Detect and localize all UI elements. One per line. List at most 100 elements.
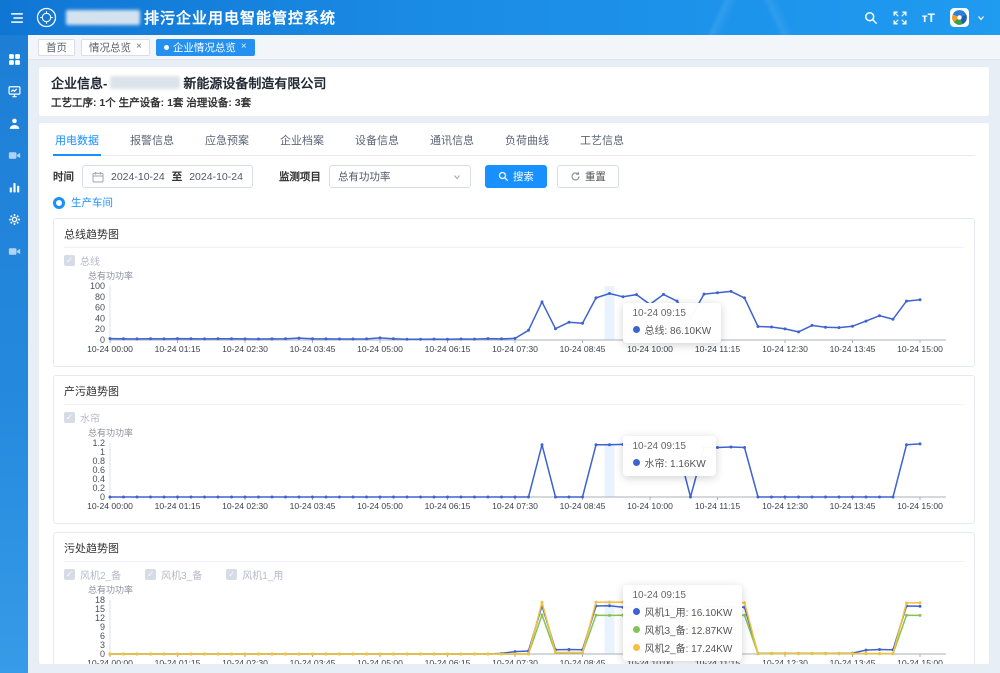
redacted-org-name — [66, 10, 140, 25]
sidebar-item-enterprise-users-icon[interactable] — [6, 115, 22, 131]
section-tab-6[interactable]: 负荷曲线 — [503, 129, 551, 155]
svg-text:10-24 08:45: 10-24 08:45 — [560, 344, 606, 354]
tab-close-icon[interactable]: × — [241, 42, 247, 52]
legend-label: 总线 — [80, 253, 100, 268]
charts-area: 总线趋势图✓总线总有功功率02040608010010-24 00:0010-2… — [53, 218, 975, 665]
svg-text:10-24 01:15: 10-24 01:15 — [155, 344, 201, 354]
sidebar-item-statistics-icon[interactable] — [6, 179, 22, 195]
svg-text:10-24 13:45: 10-24 13:45 — [830, 658, 876, 665]
fullscreen-icon[interactable] — [893, 11, 907, 25]
legend-checkbox-风机1_用[interactable]: ✓风机1_用 — [226, 567, 283, 582]
svg-text:20: 20 — [95, 324, 105, 334]
svg-text:0.6: 0.6 — [92, 465, 105, 475]
section-tab-5[interactable]: 通讯信息 — [428, 129, 476, 155]
svg-text:10-24 07:30: 10-24 07:30 — [492, 344, 538, 354]
enterprise-title-suffix: 新能源设备制造有限公司 — [183, 73, 326, 92]
svg-text:9: 9 — [100, 622, 105, 632]
line-chart-2[interactable]: 036912151810-24 00:0010-24 01:1510-24 02… — [64, 596, 962, 665]
start-date-value[interactable]: 2024-10-24 — [111, 171, 165, 183]
active-tab-dot — [164, 45, 169, 50]
legend-checkbox-风机3_备[interactable]: ✓风机3_备 — [145, 567, 202, 582]
workshop-radio-label[interactable]: 生产车间 — [71, 195, 113, 210]
page-tab-2[interactable]: 企业情况总览 × — [156, 39, 255, 56]
svg-text:18: 18 — [95, 596, 105, 605]
sidebar-item-video-icon[interactable] — [6, 147, 22, 163]
legend-label: 风机2_备 — [80, 567, 121, 582]
page-tab-label: 情况总览 — [89, 40, 131, 55]
svg-text:10-24 11:15: 10-24 11:15 — [695, 501, 740, 511]
svg-text:0.2: 0.2 — [92, 483, 105, 493]
sidebar-item-device-video-icon[interactable] — [6, 243, 22, 259]
legend-label: 风机3_备 — [161, 567, 202, 582]
svg-text:0.8: 0.8 — [92, 456, 105, 466]
filter-bar: 时间 2024-10-24 至 2024-10-24 监测项目 总有功功率 搜索 — [53, 165, 975, 188]
legend-checkbox-总线[interactable]: ✓ 总线 — [64, 253, 100, 268]
end-date-value[interactable]: 2024-10-24 — [189, 171, 243, 183]
page-tab-label: 首页 — [46, 40, 67, 55]
svg-text:10-24 10:00: 10-24 10:00 — [627, 501, 673, 511]
svg-text:60: 60 — [95, 303, 105, 313]
svg-text:10-24 00:00: 10-24 00:00 — [87, 344, 133, 354]
svg-text:15: 15 — [95, 604, 105, 614]
legend-checkbox-水帘[interactable]: ✓水帘 — [64, 410, 100, 425]
reset-button-label: 重置 — [585, 169, 606, 184]
section-tab-3[interactable]: 企业档案 — [278, 129, 326, 155]
workshop-radio[interactable] — [53, 197, 65, 209]
search-button[interactable]: 搜索 — [485, 165, 547, 188]
redacted-company-name — [110, 76, 180, 89]
section-tab-4[interactable]: 设备信息 — [353, 129, 401, 155]
svg-text:80: 80 — [95, 292, 105, 302]
page-tab-1[interactable]: 情况总览 × — [81, 39, 150, 56]
reset-button[interactable]: 重置 — [557, 165, 619, 188]
user-avatar[interactable] — [950, 8, 969, 27]
chart-legend: ✓ 总线 — [64, 253, 964, 268]
svg-text:40: 40 — [95, 313, 105, 323]
svg-text:10-24 07:30: 10-24 07:30 — [492, 658, 538, 665]
svg-text:10-24 08:45: 10-24 08:45 — [560, 501, 606, 511]
svg-text:10-24 03:45: 10-24 03:45 — [290, 658, 336, 665]
enterprise-info-card: 企业信息- 新能源设备制造有限公司 工艺工序: 1个 生产设备: 1套 治理设备… — [38, 66, 990, 117]
svg-text:10-24 01:15: 10-24 01:15 — [155, 658, 201, 665]
svg-text:10-24 05:00: 10-24 05:00 — [357, 658, 403, 665]
app-title: 排污企业用电智能管控系统 — [144, 7, 336, 28]
section-tab-0[interactable]: 用电数据 — [53, 129, 101, 156]
section-tabs: 用电数据 报警信息 应急预案 企业档案 设备信息 通讯信息 负荷曲线 工艺信息 — [53, 129, 975, 156]
section-tab-1[interactable]: 报警信息 — [128, 129, 176, 155]
sidebar-item-overview-icon[interactable] — [6, 51, 22, 67]
section-tab-2[interactable]: 应急预案 — [203, 129, 251, 155]
svg-text:10-24 02:30: 10-24 02:30 — [222, 658, 268, 665]
line-chart-0[interactable]: 02040608010010-24 00:0010-24 01:1510-24 … — [64, 282, 962, 362]
checkbox-icon: ✓ — [64, 412, 75, 423]
page-tab-label: 企业情况总览 — [173, 40, 236, 55]
tab-close-icon[interactable]: × — [136, 42, 142, 52]
checkbox-icon: ✓ — [64, 255, 75, 266]
workshop-radio-row: 生产车间 — [53, 195, 975, 210]
svg-text:0.4: 0.4 — [92, 474, 105, 484]
page-tab-0[interactable]: 首页 — [38, 39, 75, 56]
legend-checkbox-风机2_备[interactable]: ✓ 风机2_备 — [64, 567, 121, 582]
svg-text:10-24 15:00: 10-24 15:00 — [897, 344, 943, 354]
date-range-picker[interactable]: 2024-10-24 至 2024-10-24 — [82, 165, 253, 188]
sidebar-item-monitor-icon[interactable] — [6, 83, 22, 99]
svg-text:1.2: 1.2 — [92, 439, 105, 448]
svg-text:1: 1 — [100, 447, 105, 457]
enterprise-title: 企业信息- 新能源设备制造有限公司 — [51, 73, 977, 92]
checkbox-icon: ✓ — [64, 569, 75, 580]
date-range-separator: 至 — [172, 169, 183, 184]
avatar-caret-icon[interactable] — [976, 13, 986, 23]
font-size-icon[interactable]: тT — [922, 11, 935, 25]
svg-text:100: 100 — [90, 282, 105, 291]
chart-box-1: 产污趋势图✓水帘总有功功率00.20.40.60.811.210-24 00:0… — [53, 375, 975, 524]
line-chart-1[interactable]: 00.20.40.60.811.210-24 00:0010-24 01:151… — [64, 439, 962, 519]
chart-title: 污处趋势图 — [64, 537, 964, 562]
collapse-menu-icon[interactable] — [10, 11, 24, 25]
section-tab-7[interactable]: 工艺信息 — [578, 129, 626, 155]
svg-text:10-24 03:45: 10-24 03:45 — [290, 501, 336, 511]
svg-text:10-24 12:30: 10-24 12:30 — [762, 344, 808, 354]
svg-text:10-24 02:30: 10-24 02:30 — [222, 501, 268, 511]
chart-title: 产污趋势图 — [64, 380, 964, 405]
search-icon[interactable] — [864, 11, 878, 25]
chart-box-2: 污处趋势图✓风机2_备✓风机3_备✓风机1_用总有功功率036912151810… — [53, 532, 975, 665]
monitor-item-select[interactable]: 总有功功率 — [329, 165, 471, 188]
sidebar-item-settings-icon[interactable] — [6, 211, 22, 227]
